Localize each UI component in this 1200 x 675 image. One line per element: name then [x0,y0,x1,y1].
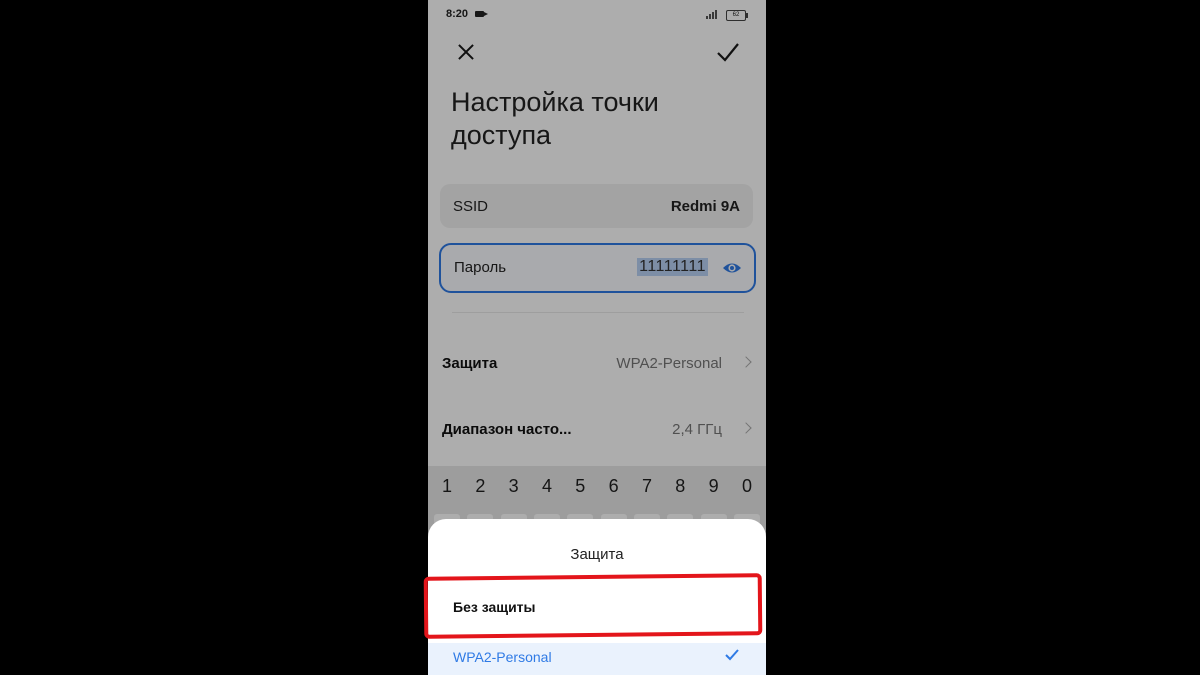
option-wpa2-personal[interactable]: WPA2-Personal [428,643,766,675]
sheet-title: Защита [570,546,624,563]
red-highlight-frame [423,573,763,639]
option-label: WPA2-Personal [453,649,552,665]
check-icon [724,647,740,663]
